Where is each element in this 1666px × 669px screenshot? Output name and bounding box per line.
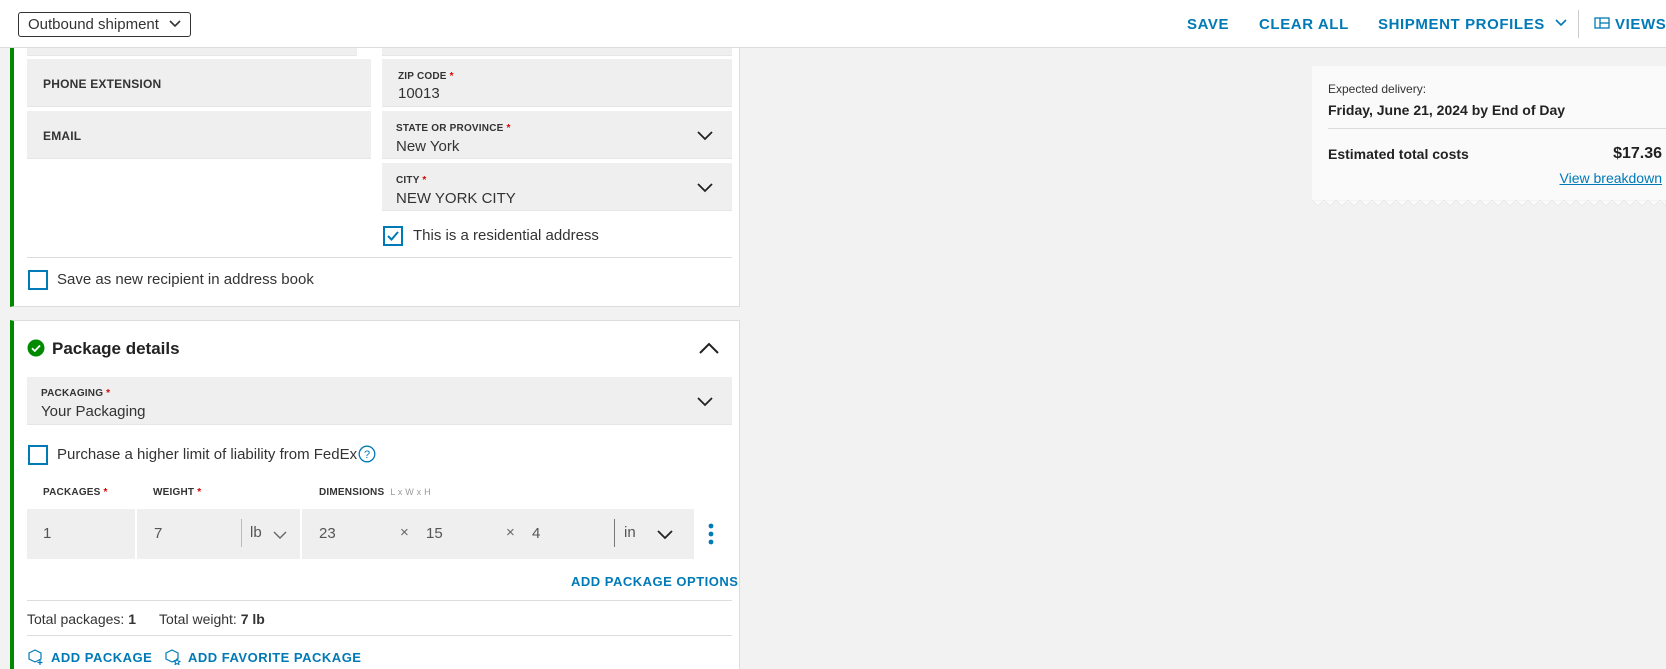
add-favorite-package-label: ADD FAVORITE PACKAGE — [188, 650, 362, 665]
view-breakdown-link[interactable]: View breakdown — [1560, 170, 1662, 186]
phone-extension-field[interactable]: PHONE EXTENSION — [27, 59, 371, 107]
phone-extension-label: PHONE EXTENSION — [43, 77, 162, 91]
shipment-summary: Expected delivery: Friday, June 21, 2024… — [1312, 66, 1666, 207]
estimated-cost-label: Estimated total costs — [1328, 146, 1469, 162]
total-packages-label: Total packages: — [27, 611, 125, 627]
times-icon: × — [506, 524, 515, 541]
clear-all-button[interactable]: CLEAR ALL — [1259, 16, 1349, 33]
add-favorite-package-button[interactable]: ADD FAVORITE PACKAGE — [164, 649, 362, 666]
divider — [27, 600, 732, 601]
divider — [241, 519, 242, 547]
help-icon[interactable]: ? — [358, 445, 376, 463]
zip-code-label: ZIP CODE * — [398, 71, 454, 82]
shipment-profiles-button[interactable]: SHIPMENT PROFILES — [1378, 16, 1568, 33]
times-icon: × — [400, 524, 409, 541]
divider — [27, 635, 732, 636]
state-select[interactable]: STATE OR PROVINCE * New York — [382, 111, 732, 159]
state-label: STATE OR PROVINCE * — [396, 123, 511, 134]
weight-unit-select[interactable]: lb — [250, 524, 262, 541]
zip-code-field[interactable]: ZIP CODE * 10013 — [382, 59, 732, 107]
chevron-down-icon — [657, 530, 673, 540]
total-weight-value: 7 lb — [240, 611, 265, 627]
divider — [614, 519, 615, 547]
dimension-unit-select[interactable]: in — [624, 524, 636, 541]
save-button[interactable]: SAVE — [1187, 16, 1229, 33]
shipment-profiles-label: SHIPMENT PROFILES — [1378, 16, 1545, 33]
packaging-label: PACKAGING * — [41, 388, 111, 399]
state-value: New York — [396, 138, 460, 155]
residential-checkbox[interactable] — [383, 226, 403, 246]
divider — [27, 257, 732, 258]
save-recipient-checkbox[interactable] — [28, 270, 48, 290]
field-fragment — [382, 48, 732, 56]
packages-value: 1 — [43, 525, 52, 542]
views-button[interactable]: VIEWS — [1594, 16, 1666, 33]
expected-delivery-value: Friday, June 21, 2024 by End of Day — [1328, 102, 1566, 118]
city-select[interactable]: CITY * NEW YORK CITY — [382, 163, 732, 211]
total-weight: Total weight: 7 lb — [159, 611, 265, 627]
field-fragment — [27, 48, 357, 56]
zip-code-value: 10013 — [398, 85, 440, 102]
email-label: EMAIL — [43, 129, 82, 143]
packaging-select[interactable]: PACKAGING * Your Packaging — [27, 377, 732, 425]
weight-label: WEIGHT * — [153, 487, 202, 498]
packaging-value: Your Packaging — [41, 403, 146, 420]
recipient-card: PHONE EXTENSION EMAIL ZIP CODE * 10013 S… — [10, 48, 740, 307]
receipt-edge — [1312, 200, 1666, 207]
more-vertical-icon[interactable] — [708, 523, 714, 545]
residential-label: This is a residential address — [413, 227, 599, 244]
chevron-down-icon — [697, 183, 713, 193]
check-circle-icon — [27, 339, 45, 357]
chevron-down-icon — [1555, 19, 1567, 27]
shipment-type-value: Outbound shipment — [28, 16, 159, 33]
liability-label: Purchase a higher limit of liability fro… — [57, 446, 358, 463]
total-weight-label: Total weight: — [159, 611, 237, 627]
favorite-box-icon — [165, 649, 182, 666]
views-label: VIEWS — [1615, 16, 1666, 33]
views-icon — [1594, 17, 1610, 29]
checkmark-icon — [387, 231, 399, 241]
save-recipient-label: Save as new recipient in address book — [57, 271, 314, 288]
city-value: NEW YORK CITY — [396, 190, 516, 207]
dimensions-label: DIMENSIONS L x W x H — [319, 487, 431, 498]
total-packages-value: 1 — [128, 611, 136, 627]
chevron-up-icon[interactable] — [698, 341, 720, 355]
top-bar: Outbound shipment SAVE CLEAR ALL SHIPMEN… — [0, 0, 1666, 48]
dimension-width[interactable]: 15 — [426, 525, 443, 542]
chevron-down-icon — [697, 131, 713, 141]
divider — [1328, 128, 1666, 129]
expected-delivery-label: Expected delivery: — [1328, 82, 1427, 96]
chevron-down-icon — [169, 20, 181, 28]
add-box-icon — [28, 649, 43, 665]
email-field[interactable]: EMAIL — [27, 111, 371, 159]
add-package-options-link[interactable]: ADD PACKAGE OPTIONS — [571, 574, 738, 589]
liability-checkbox[interactable] — [28, 445, 48, 465]
packages-input[interactable]: 1 — [27, 509, 135, 559]
add-package-button[interactable]: ADD PACKAGE — [27, 649, 152, 665]
dimension-height[interactable]: 4 — [532, 525, 540, 542]
chevron-down-icon — [697, 397, 713, 407]
chevron-down-icon — [273, 531, 287, 539]
divider — [1578, 10, 1579, 38]
dimensions-input[interactable]: 23 × 15 × 4 in — [302, 509, 694, 559]
svg-text:?: ? — [364, 449, 370, 461]
package-details-card: Package details PACKAGING * Your Packagi… — [10, 320, 740, 669]
packages-label: PACKAGES * — [43, 487, 108, 498]
shipment-type-select[interactable]: Outbound shipment — [18, 12, 191, 37]
city-label: CITY * — [396, 175, 427, 186]
estimated-cost-value: $17.36 — [1613, 145, 1662, 162]
total-packages: Total packages: 1 — [27, 611, 136, 627]
package-details-title: Package details — [52, 339, 180, 358]
add-package-label: ADD PACKAGE — [51, 650, 153, 665]
weight-input[interactable]: 7 lb — [137, 509, 300, 559]
weight-value: 7 — [154, 525, 163, 542]
dimension-length[interactable]: 23 — [319, 525, 336, 542]
